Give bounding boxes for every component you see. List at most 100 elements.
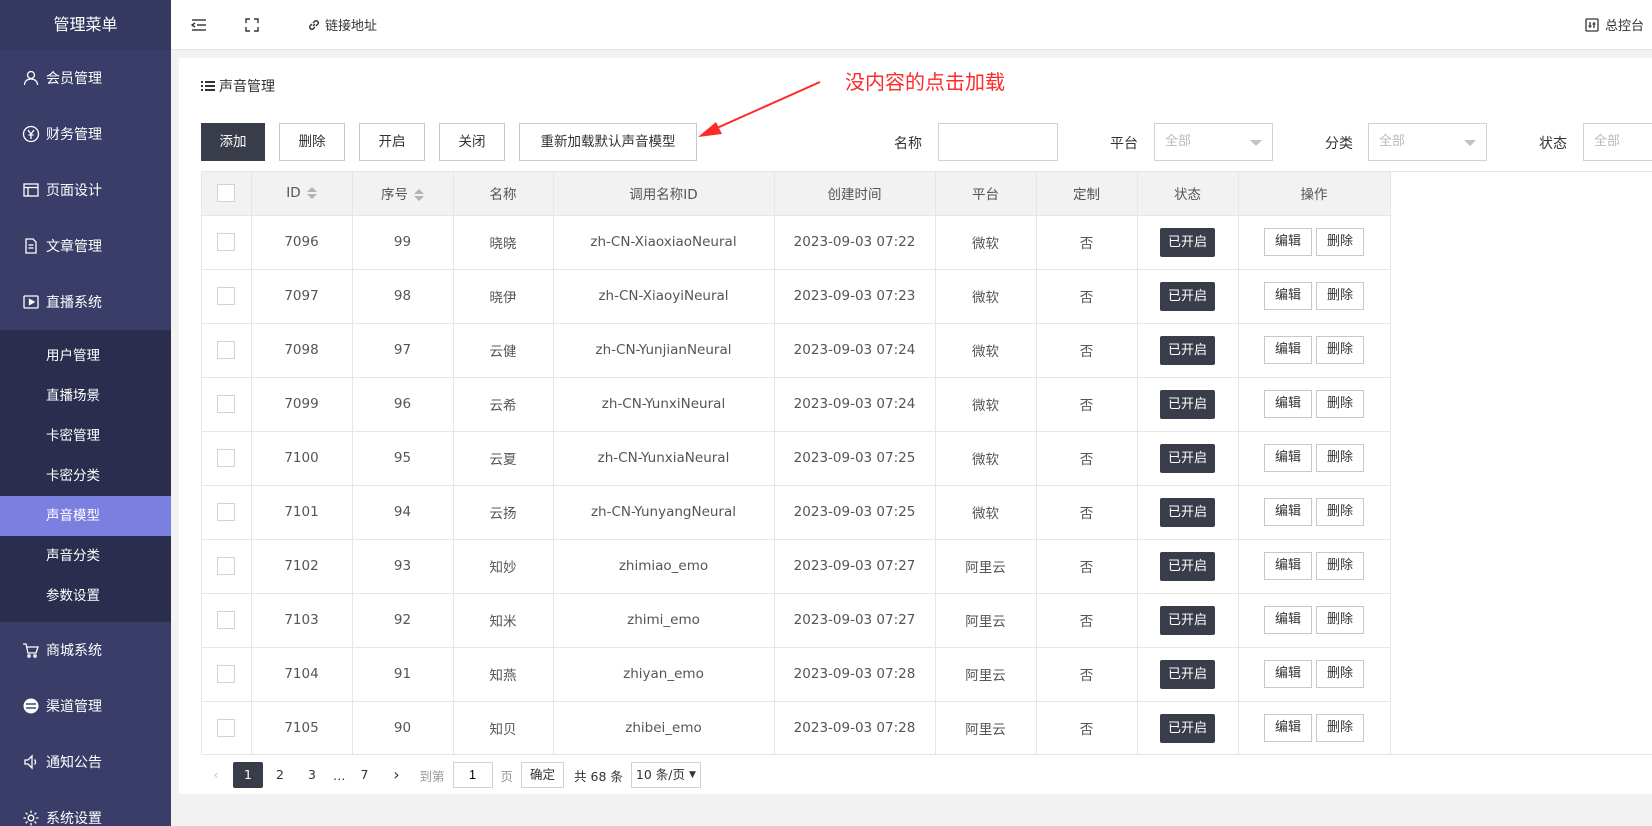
edit-button[interactable]: 编辑 <box>1263 336 1312 364</box>
sidebar-subitem-2[interactable]: 卡密管理 <box>0 416 171 456</box>
status-toggle-button[interactable]: 已开启 <box>1159 659 1215 689</box>
col-seq[interactable]: 序号 <box>352 172 454 216</box>
row-checkbox[interactable] <box>217 557 236 575</box>
row-delete-button[interactable]: 删除 <box>1316 606 1365 634</box>
edit-button[interactable]: 编辑 <box>1263 660 1312 688</box>
enable-button[interactable]: 开启 <box>359 123 425 161</box>
row-checkbox[interactable] <box>217 719 236 737</box>
status-toggle-button[interactable]: 已开启 <box>1159 335 1215 365</box>
page-unit-label: 页 <box>500 768 514 784</box>
row-checkbox[interactable] <box>217 395 236 413</box>
row-delete-button[interactable]: 删除 <box>1316 552 1365 580</box>
cell-platform: 微软 <box>935 323 1037 378</box>
cell-name: 云扬 <box>453 485 554 540</box>
name-filter-input[interactable] <box>938 123 1058 161</box>
cell-call-id: zhimiao_emo <box>553 539 775 594</box>
edit-button[interactable]: 编辑 <box>1263 228 1312 256</box>
row-checkbox[interactable] <box>217 449 236 467</box>
status-toggle-button[interactable]: 已开启 <box>1159 227 1215 257</box>
row-checkbox[interactable] <box>217 287 236 305</box>
status-toggle-button[interactable]: 已开启 <box>1159 713 1215 743</box>
sidebar-subitem-5[interactable]: 声音分类 <box>0 536 171 576</box>
page-number[interactable]: 7 <box>350 762 380 788</box>
sidebar-item-items-4[interactable]: 直播系统 <box>0 274 171 330</box>
dashboard-button[interactable]: 总控台 <box>1585 15 1644 34</box>
status-toggle-button[interactable]: 已开启 <box>1159 281 1215 311</box>
sidebar-subitem-1[interactable]: 直播场景 <box>0 376 171 416</box>
col-id[interactable]: ID <box>251 172 353 216</box>
goto-confirm-button[interactable]: 确定 <box>521 762 565 788</box>
cell-platform: 微软 <box>935 215 1037 270</box>
platform-select[interactable]: 全部 <box>1154 123 1273 161</box>
sidebar-subitem-6[interactable]: 参数设置 <box>0 576 171 616</box>
edit-button[interactable]: 编辑 <box>1263 714 1312 742</box>
row-delete-button[interactable]: 删除 <box>1316 498 1365 526</box>
row-checkbox[interactable] <box>217 665 236 683</box>
row-delete-button[interactable]: 删除 <box>1316 444 1365 472</box>
select-all-checkbox[interactable] <box>217 184 236 203</box>
next-page-icon[interactable]: › <box>382 762 412 788</box>
goto-page-input[interactable] <box>452 762 493 788</box>
cell-seq: 93 <box>352 539 454 594</box>
row-delete-button[interactable]: 删除 <box>1316 336 1365 364</box>
link-address-button[interactable]: 链接地址 <box>307 15 377 34</box>
topbar: 链接地址 总控台 <box>171 0 1652 50</box>
sidebar-item-items-2[interactable]: 页面设计 <box>0 162 171 218</box>
cart-icon <box>22 641 40 659</box>
edit-button[interactable]: 编辑 <box>1263 444 1312 472</box>
row-delete-button[interactable]: 删除 <box>1316 282 1365 310</box>
row-checkbox[interactable] <box>217 611 236 629</box>
cell-id: 7105 <box>251 701 353 754</box>
edit-button[interactable]: 编辑 <box>1263 282 1312 310</box>
page-number[interactable]: 3 <box>297 762 327 788</box>
row-delete-button[interactable]: 删除 <box>1316 228 1365 256</box>
cell-status: 已开启 <box>1137 323 1239 378</box>
cell-call-id: zhibei_emo <box>553 701 775 754</box>
delete-button[interactable]: 删除 <box>279 123 345 161</box>
sidebar-item-items_after-3[interactable]: 系统设置 <box>0 790 171 826</box>
status-toggle-button[interactable]: 已开启 <box>1159 389 1215 419</box>
status-toggle-button[interactable]: 已开启 <box>1159 443 1215 473</box>
status-toggle-button[interactable]: 已开启 <box>1159 497 1215 527</box>
status-select[interactable]: 全部 <box>1583 123 1652 161</box>
disable-button[interactable]: 关闭 <box>439 123 505 161</box>
row-delete-button[interactable]: 删除 <box>1316 390 1365 418</box>
edit-button[interactable]: 编辑 <box>1263 498 1312 526</box>
cell-name: 知贝 <box>453 701 554 754</box>
fullscreen-icon[interactable] <box>245 17 259 32</box>
sidebar-subitem-4[interactable]: 声音模型 <box>0 496 171 536</box>
sidebar-item-items_after-0[interactable]: 商城系统 <box>0 622 171 678</box>
sidebar-item-items_after-2[interactable]: 通知公告 <box>0 734 171 790</box>
sidebar-item-items-3[interactable]: 文章管理 <box>0 218 171 274</box>
list-icon <box>201 80 215 92</box>
status-toggle-button[interactable]: 已开启 <box>1159 605 1215 635</box>
edit-button[interactable]: 编辑 <box>1263 390 1312 418</box>
sidebar-subitem-3[interactable]: 卡密分类 <box>0 456 171 496</box>
sidebar-item-items_after-1[interactable]: 渠道管理 <box>0 678 171 734</box>
row-checkbox[interactable] <box>217 233 236 251</box>
edit-button[interactable]: 编辑 <box>1263 606 1312 634</box>
row-checkbox[interactable] <box>217 503 236 521</box>
link-icon <box>307 18 321 32</box>
page-number[interactable]: 1 <box>233 762 263 788</box>
page-size-select[interactable]: 10 条/页 ▼ <box>630 762 701 788</box>
sidebar-item-label: 系统设置 <box>46 811 102 826</box>
sidebar-subitem-0[interactable]: 用户管理 <box>0 336 171 376</box>
menu-fold-icon[interactable] <box>191 18 207 32</box>
table-row: 7100 95 云夏 zh-CN-YunxiaNeural 2023-09-03… <box>202 431 1391 486</box>
sidebar-item-items-1[interactable]: 财务管理 <box>0 106 171 162</box>
row-select-cell <box>202 701 252 754</box>
row-delete-button[interactable]: 删除 <box>1316 660 1365 688</box>
platform-filter-label: 平台 <box>1110 136 1138 152</box>
add-button[interactable]: 添加 <box>201 123 265 161</box>
cell-call-id: zh-CN-XiaoyiNeural <box>553 269 775 324</box>
row-delete-button[interactable]: 删除 <box>1316 714 1365 742</box>
status-toggle-button[interactable]: 已开启 <box>1159 551 1215 581</box>
sidebar-item-items-0[interactable]: 会员管理 <box>0 50 171 106</box>
page-number[interactable]: 2 <box>265 762 295 788</box>
row-checkbox[interactable] <box>217 341 236 359</box>
category-select[interactable]: 全部 <box>1368 123 1487 161</box>
prev-page-icon[interactable]: ‹ <box>201 762 231 788</box>
reload-default-models-button[interactable]: 重新加载默认声音模型 <box>519 123 697 161</box>
edit-button[interactable]: 编辑 <box>1263 552 1312 580</box>
